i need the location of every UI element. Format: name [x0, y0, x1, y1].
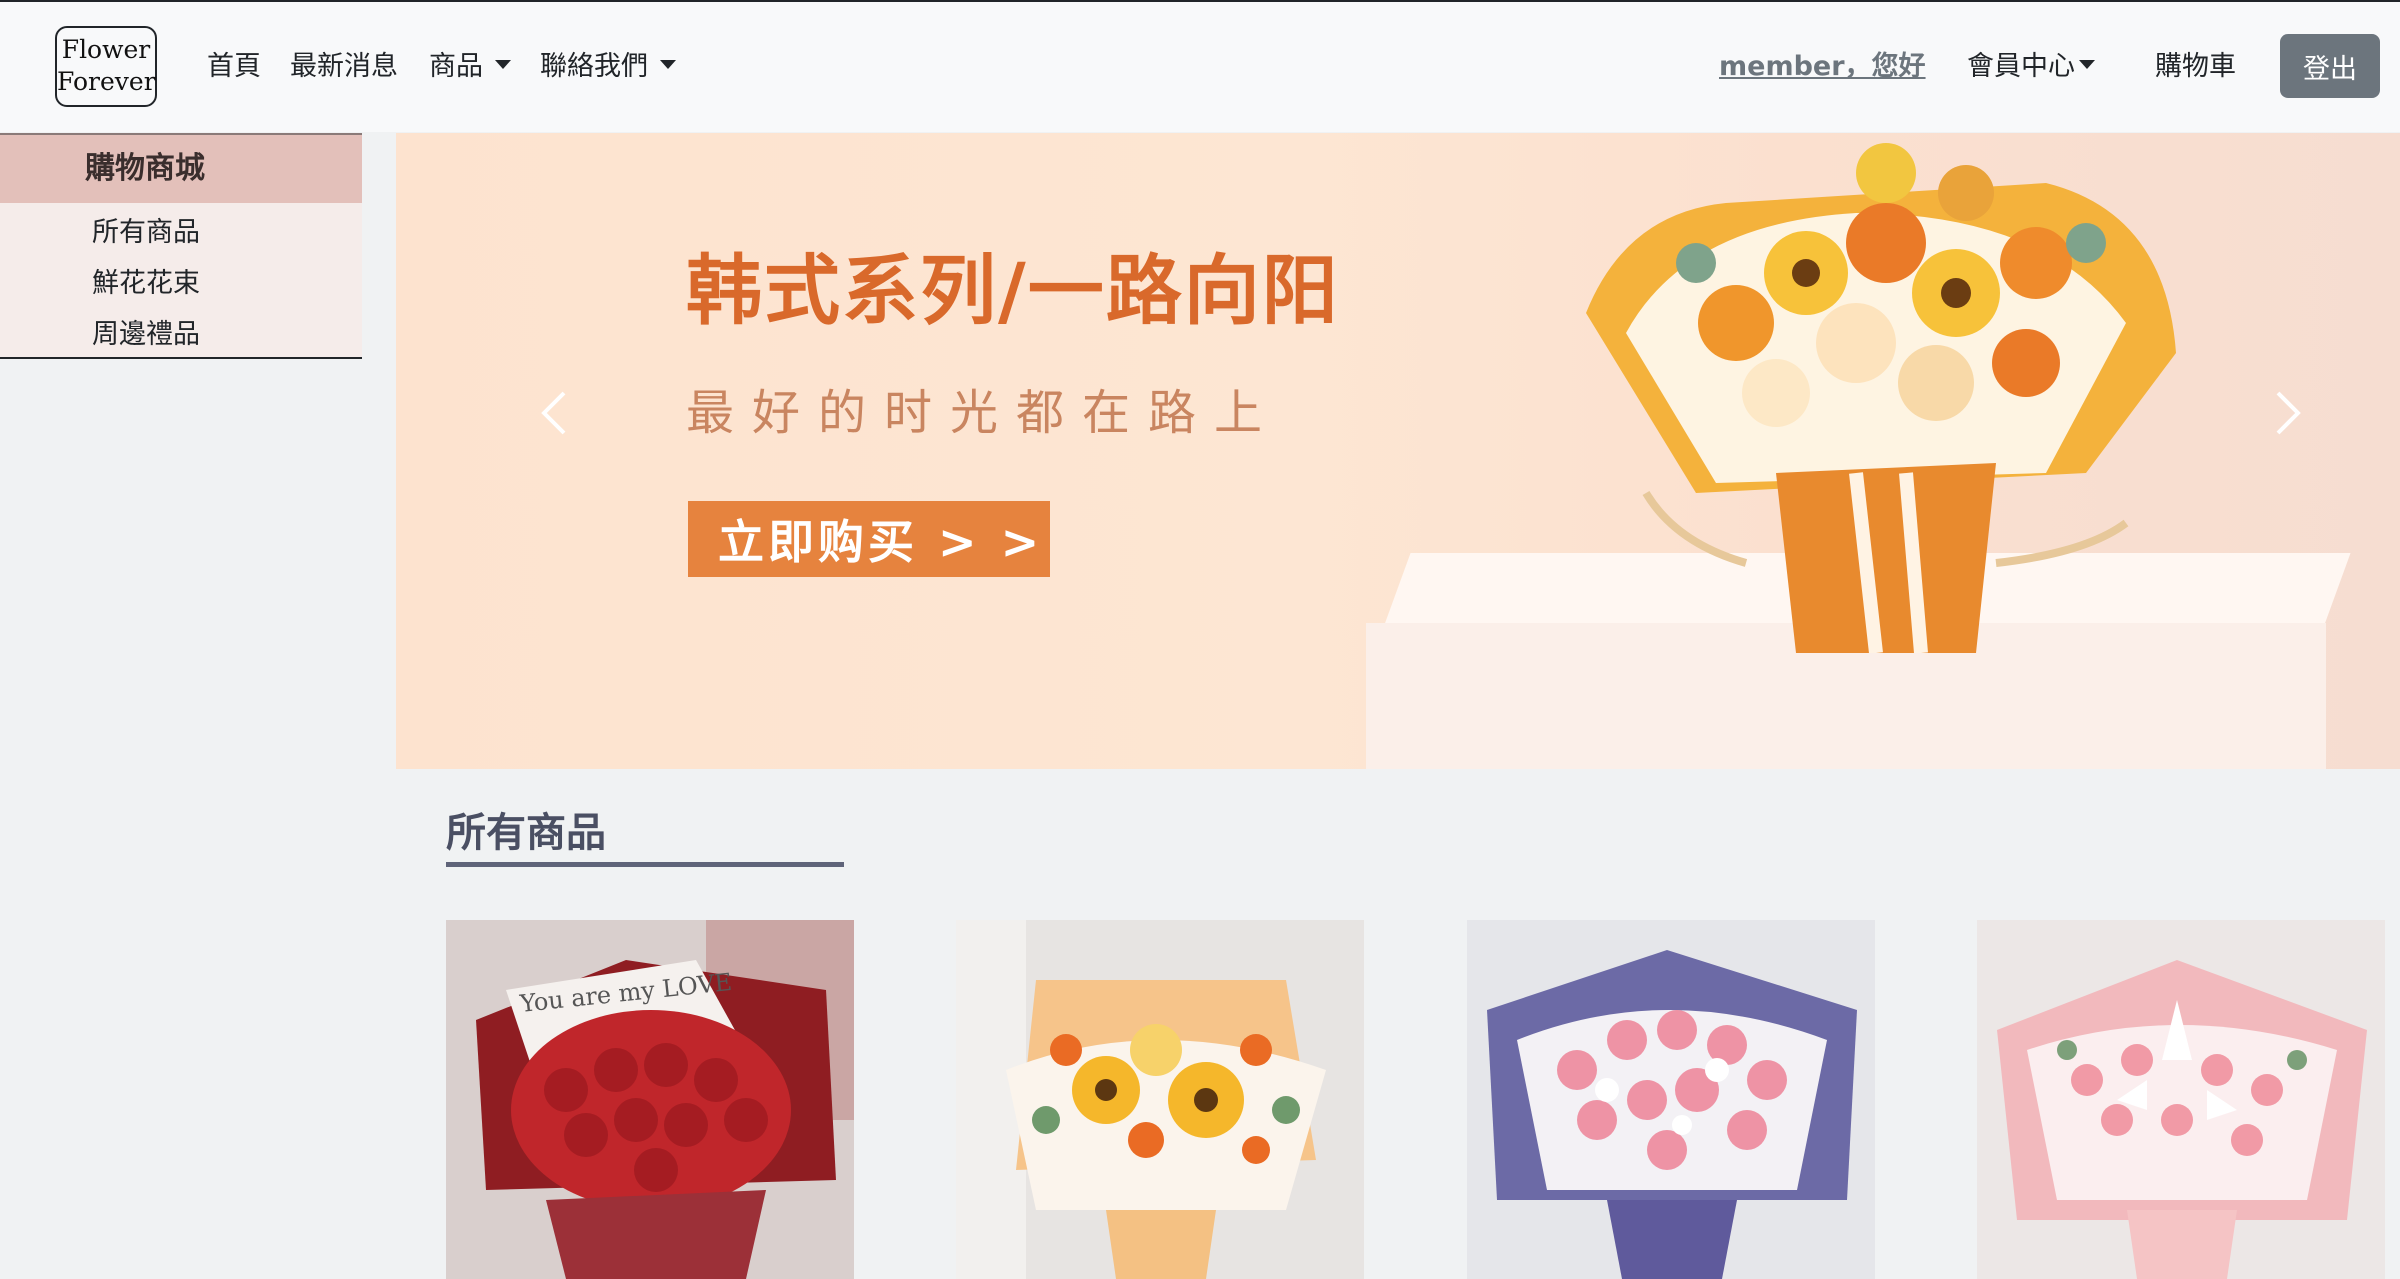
- carousel-slide-subtitle: 最好的时光都在路上: [686, 385, 1281, 441]
- section-title: 所有商品: [446, 810, 606, 856]
- chevron-left-icon[interactable]: [526, 383, 586, 443]
- brand-logo[interactable]: Flower Forever: [55, 26, 157, 107]
- product-card-pink-lilies[interactable]: [1977, 920, 2385, 1279]
- chevron-right-icon[interactable]: [2256, 383, 2316, 443]
- brand-line-2: Forever: [57, 67, 156, 96]
- member-greeting-link[interactable]: member，您好: [1719, 47, 1926, 87]
- red-rose-bouquet-image: You are my LOVE: [446, 920, 854, 1279]
- brand-line-1: Flower: [61, 35, 151, 64]
- cart-link[interactable]: 購物車: [2155, 47, 2236, 87]
- sidebar-item-flower-bouquets[interactable]: 鮮花花束: [0, 258, 362, 309]
- carousel-slide-title: 韩式系列/一路向阳: [686, 246, 1340, 335]
- logout-button[interactable]: 登出: [2280, 34, 2380, 98]
- product-card-pink-roses[interactable]: [1467, 920, 1875, 1279]
- member-center-dropdown[interactable]: 會員中心: [1967, 47, 2095, 87]
- chevron-down-icon: [2079, 60, 2095, 69]
- nav-home-link[interactable]: 首頁: [207, 47, 261, 87]
- sidebar-item-all-products[interactable]: 所有商品: [0, 207, 362, 258]
- nav-contact-label: 聯絡我們: [540, 51, 648, 82]
- sidebar-item-gifts[interactable]: 周邊禮品: [0, 309, 362, 360]
- buy-now-button[interactable]: 立即购买 > >: [688, 501, 1050, 577]
- sunflower-bouquet-image: [1586, 143, 2176, 653]
- nav-products-label: 商品: [429, 51, 483, 82]
- member-center-label: 會員中心: [1967, 51, 2075, 82]
- sidebar-title: 購物商城: [0, 135, 362, 203]
- chevron-down-icon: [660, 60, 676, 69]
- sunflower-product-image: [956, 920, 1364, 1279]
- pink-lily-bouquet-image: [1977, 920, 2385, 1279]
- nav-news-link[interactable]: 最新消息: [290, 47, 398, 87]
- pink-rose-bouquet-image: [1467, 920, 1875, 1279]
- top-navbar: Flower Forever 首頁 最新消息 商品 聯絡我們 member，您好…: [0, 0, 2400, 132]
- shop-sidebar: 購物商城 所有商品 鮮花花束 周邊禮品: [0, 133, 362, 359]
- nav-products-dropdown[interactable]: 商品: [429, 47, 511, 87]
- section-title-underline: [446, 862, 844, 867]
- product-card-sunflowers[interactable]: [956, 920, 1364, 1279]
- hero-carousel: 韩式系列/一路向阳 最好的时光都在路上 立即购买 > >: [396, 133, 2400, 769]
- chevron-down-icon: [495, 60, 511, 69]
- nav-contact-dropdown[interactable]: 聯絡我們: [540, 47, 676, 87]
- product-card-red-roses[interactable]: You are my LOVE: [446, 920, 854, 1279]
